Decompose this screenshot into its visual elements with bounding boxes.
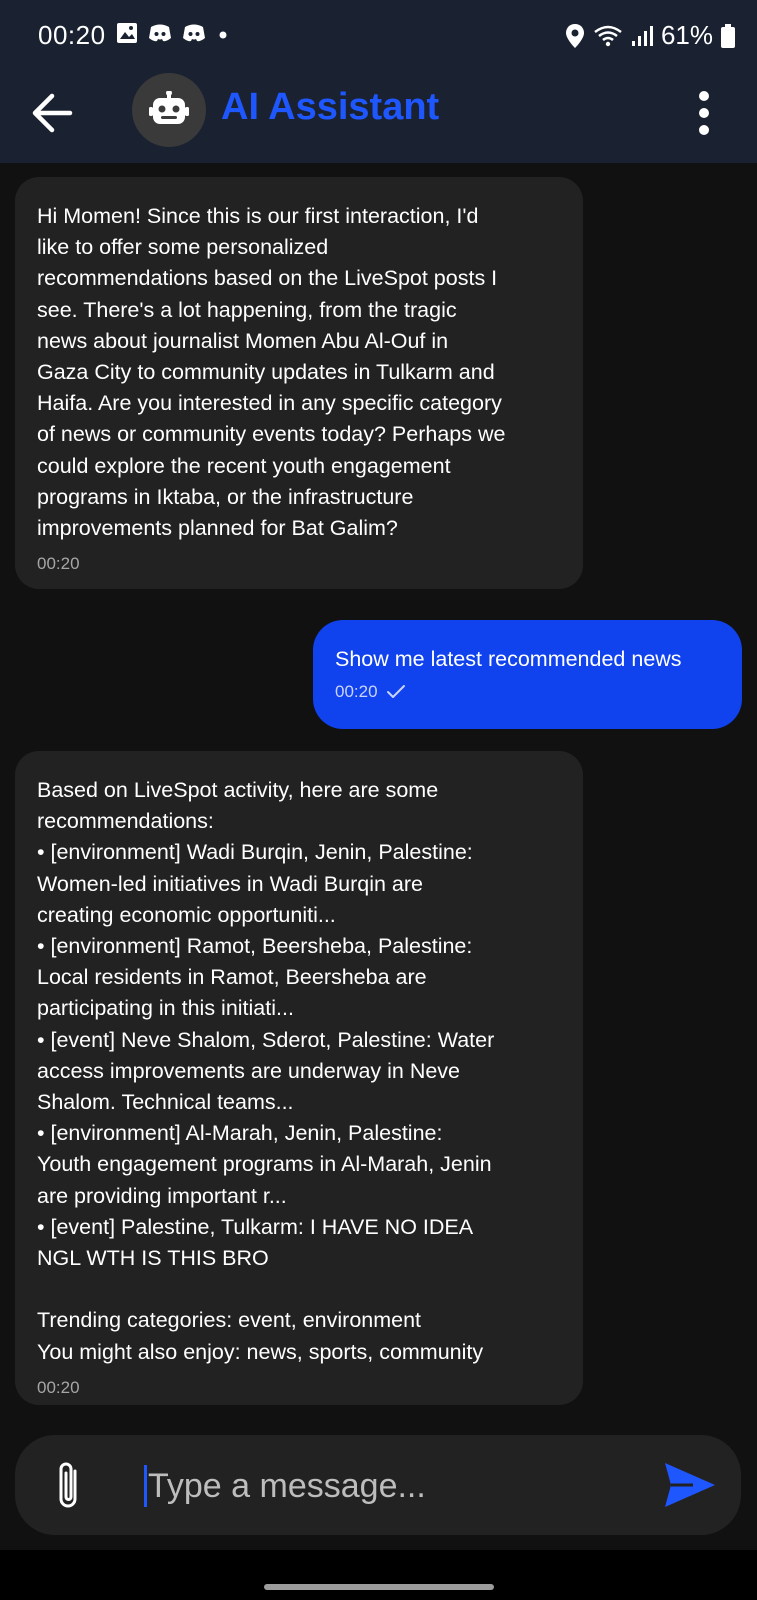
discord-icon bbox=[149, 24, 171, 42]
page-title: AI Assistant bbox=[221, 86, 440, 128]
message-input[interactable] bbox=[148, 1457, 628, 1515]
robot-icon bbox=[149, 91, 189, 124]
dot-icon bbox=[219, 31, 227, 39]
message-time: 00:20 bbox=[335, 682, 378, 701]
assistant-message: Based on LiveSpot activity, here are som… bbox=[15, 751, 583, 1405]
chat-list[interactable]: Hi Momen! Since this is our first intera… bbox=[0, 163, 757, 1425]
battery-icon bbox=[721, 23, 735, 48]
system-status: 61% bbox=[565, 20, 735, 51]
check-icon bbox=[386, 685, 405, 698]
assistant-message: Hi Momen! Since this is our first intera… bbox=[15, 177, 583, 589]
message-time: 00:20 bbox=[37, 554, 80, 574]
message-text: Hi Momen! Since this is our first intera… bbox=[37, 204, 506, 541]
avatar bbox=[132, 73, 206, 147]
signal-icon bbox=[631, 25, 653, 46]
send-icon[interactable] bbox=[663, 1461, 717, 1509]
message-text: Based on LiveSpot activity, here are som… bbox=[37, 778, 495, 1364]
more-options-icon[interactable] bbox=[691, 88, 717, 138]
message-text: Show me latest recommended news bbox=[335, 647, 682, 671]
gallery-icon bbox=[117, 23, 137, 43]
notification-icons bbox=[116, 22, 230, 44]
wifi-icon bbox=[594, 25, 622, 46]
paperclip-icon[interactable] bbox=[53, 1459, 85, 1513]
status-time: 00:20 bbox=[38, 20, 106, 50]
text-cursor bbox=[144, 1465, 147, 1507]
discord-icon bbox=[183, 24, 205, 42]
app-bar: AI Assistant bbox=[0, 70, 757, 163]
message-time: 00:20 bbox=[37, 1377, 80, 1397]
message-composer bbox=[15, 1435, 741, 1535]
battery-percent: 61% bbox=[660, 20, 713, 50]
back-arrow-icon[interactable] bbox=[30, 90, 76, 136]
system-nav-bar bbox=[0, 1550, 757, 1600]
location-icon bbox=[565, 23, 584, 48]
home-indicator[interactable] bbox=[264, 1584, 494, 1590]
message-meta: 00:20 bbox=[335, 682, 722, 702]
user-message: Show me latest recommended news 00:20 bbox=[313, 620, 742, 729]
status-bar: 00:20 61% bbox=[0, 0, 757, 70]
